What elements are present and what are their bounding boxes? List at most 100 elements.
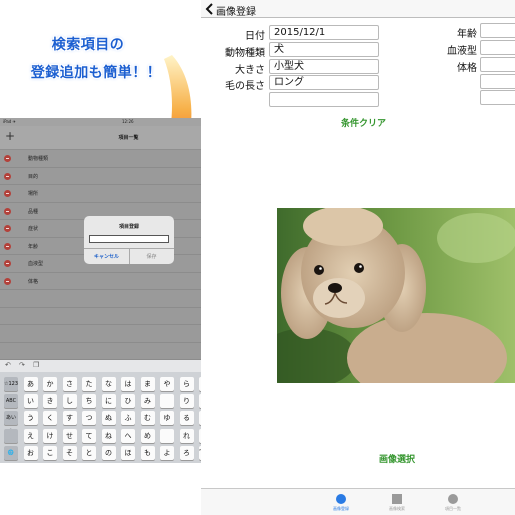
keyboard-key[interactable]: せ — [62, 428, 77, 443]
keyboard-key[interactable]: ☆123 — [4, 377, 18, 391]
delete-icon[interactable] — [4, 242, 11, 250]
extra-field[interactable] — [269, 92, 379, 107]
keyboard-key[interactable]: ほ — [121, 445, 135, 460]
keyboard-key[interactable]: れ — [179, 428, 194, 443]
back-chevron-icon[interactable] — [205, 3, 215, 15]
delete-icon[interactable] — [4, 260, 11, 267]
age-field[interactable] — [480, 23, 515, 38]
tab-image-search[interactable]: 画像検索 — [367, 489, 427, 515]
delete-icon[interactable] — [4, 225, 11, 232]
keyboard-key[interactable]: 🌐 — [4, 445, 18, 460]
keyboard-key[interactable]: け — [43, 428, 57, 443]
keyboard-key[interactable]: む — [140, 411, 155, 426]
keyboard-key[interactable]: か — [43, 377, 57, 391]
square-icon — [392, 494, 402, 504]
keyboard-key[interactable]: ら — [179, 377, 194, 391]
dialog-input[interactable] — [89, 235, 169, 243]
keyboard-key[interactable] — [160, 394, 174, 409]
keyboard-key[interactable] — [160, 428, 174, 443]
undo-icon[interactable]: ↶ — [5, 361, 11, 369]
keyboard-key[interactable]: ろ — [179, 445, 194, 460]
keyboard-key[interactable]: す — [62, 411, 77, 426]
animal-type-field[interactable]: 犬 — [269, 42, 379, 57]
extra-right-field[interactable] — [480, 74, 515, 89]
fur-length-field[interactable]: ロング — [269, 75, 379, 90]
keyboard-key[interactable]: な — [101, 377, 116, 391]
keyboard-key[interactable]: た — [82, 377, 96, 391]
keyboard-key[interactable]: あ — [23, 377, 38, 391]
delete-icon[interactable] — [4, 155, 11, 162]
keyboard-key[interactable]: へ — [121, 428, 135, 443]
keyboard-key[interactable]: し — [62, 394, 77, 409]
circle-icon — [448, 494, 458, 504]
keyboard-key[interactable]: そ — [62, 445, 77, 460]
paste-icon[interactable]: ❐ — [33, 361, 39, 369]
delete-icon[interactable] — [4, 190, 11, 197]
keyboard-key[interactable] — [4, 428, 18, 443]
tab-item-list[interactable]: 項目一覧 — [423, 489, 483, 515]
keyboard-key[interactable]: あいう — [4, 411, 18, 435]
clear-conditions-button[interactable]: 条件クリア — [341, 116, 386, 129]
keyboard-key[interactable]: ち — [82, 394, 96, 409]
keyboard-key[interactable]: き — [43, 394, 57, 409]
tab-bar: 画像登録 画像検索 項目一覧 — [201, 488, 515, 515]
keyboard-key[interactable]: み — [140, 394, 155, 409]
keyboard-key[interactable]: の — [101, 445, 116, 460]
keyboard-key[interactable]: り — [179, 394, 194, 409]
blood-type-field[interactable] — [480, 40, 515, 55]
date-field[interactable]: 2015/12/1 — [269, 25, 379, 40]
tab-image-register[interactable]: 画像登録 — [311, 489, 371, 515]
list-item-label: 血液型 — [28, 261, 44, 267]
list-item-label: 場所 — [28, 191, 39, 197]
nav-bar: 画像登録 — [201, 0, 515, 18]
keyboard-key[interactable]: ひ — [121, 394, 135, 409]
keyboard-key[interactable]: い — [23, 394, 38, 409]
select-image-button[interactable]: 画像選択 — [379, 452, 415, 465]
tab-label: 画像検索 — [389, 506, 405, 511]
list-item-label: 症状 — [28, 226, 39, 232]
promo-line-1: 検索項目の — [51, 37, 125, 53]
keyboard-key[interactable]: う — [23, 411, 38, 426]
keyboard-key[interactable]: く — [43, 411, 57, 426]
list-item-label: 年齢 — [28, 243, 39, 250]
tab-label: 画像登録 — [333, 506, 349, 511]
keyboard-key[interactable]: さ — [62, 377, 77, 391]
keyboard-key[interactable]: つ — [82, 411, 96, 426]
keyboard-key[interactable]: め — [140, 428, 155, 443]
status-time: 12:26 — [122, 119, 134, 124]
extra-right-field-2[interactable] — [480, 90, 515, 105]
field-label-date: 日付 — [245, 31, 265, 42]
keyboard-key[interactable]: と — [82, 445, 96, 460]
keyboard-key[interactable]: ぬ — [101, 411, 116, 426]
save-button[interactable]: 保存 — [129, 253, 174, 260]
keyboard-key[interactable]: や — [160, 377, 174, 391]
delete-icon[interactable] — [4, 277, 11, 285]
keyboard-key[interactable]: ふ — [121, 411, 135, 426]
keyboard-key[interactable]: え — [23, 428, 38, 443]
keyboard-key[interactable]: ゆ — [160, 411, 174, 426]
cancel-button[interactable]: キャンセル — [84, 253, 129, 260]
keyboard-key[interactable]: ま — [140, 377, 155, 391]
keyboard-key[interactable]: て — [82, 428, 96, 443]
status-carrier: iPad ✈ — [3, 119, 16, 124]
keyboard-key[interactable]: る — [179, 411, 194, 426]
keyboard-key[interactable]: よ — [160, 445, 174, 460]
image-register-screen: 画像登録 日付 2015/12/1 動物種類 犬 大きさ 小型犬 毛の長さ ロン… — [201, 0, 515, 515]
keyboard-key[interactable]: お — [23, 445, 38, 460]
delete-icon[interactable] — [4, 172, 11, 180]
keyboard-key[interactable]: に — [101, 394, 116, 409]
tab-label: 項目一覧 — [445, 506, 461, 511]
size-field[interactable]: 小型犬 — [269, 59, 379, 74]
keyboard-key[interactable]: こ — [43, 445, 57, 460]
delete-icon[interactable] — [4, 207, 11, 215]
build-field[interactable] — [480, 57, 515, 72]
redo-icon[interactable]: ↷ — [19, 361, 25, 369]
keyboard-key[interactable]: ね — [101, 428, 116, 443]
field-label-blood-type: 血液型 — [447, 46, 477, 57]
add-item-dialog: 項目登録 キャンセル 保存 — [84, 216, 174, 264]
keyboard-key[interactable]: は — [121, 377, 135, 391]
keyboard-key[interactable]: ABC — [4, 394, 18, 409]
keyboard-key[interactable]: も — [140, 445, 155, 460]
list-item-label: 目的 — [28, 173, 39, 180]
field-label-fur-length: 毛の長さ — [225, 81, 265, 92]
